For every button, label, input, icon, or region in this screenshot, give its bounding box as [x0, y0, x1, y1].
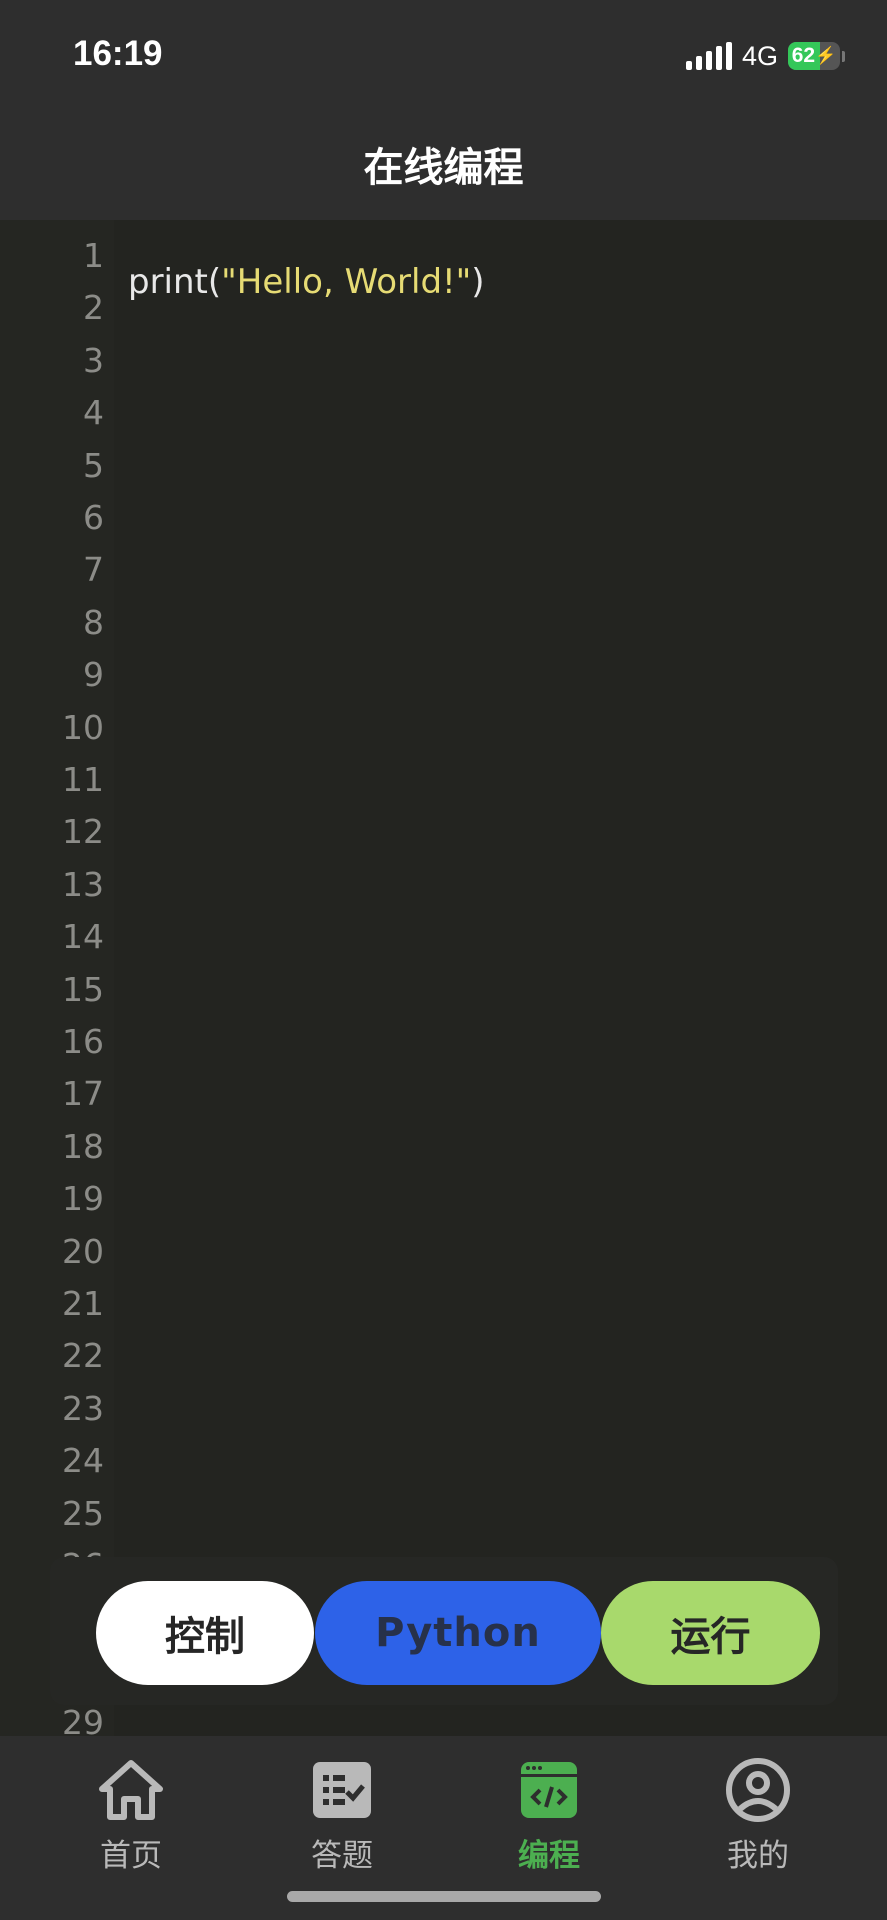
line-number: 21: [62, 1284, 104, 1323]
home-indicator[interactable]: [287, 1891, 601, 1902]
line-number: 20: [62, 1231, 104, 1271]
line-number: 2: [83, 288, 104, 328]
line-number: 9: [83, 655, 104, 695]
line-number: 1: [83, 236, 104, 275]
line-number: 10: [62, 707, 104, 747]
tab-coding-label: 编程: [518, 1838, 580, 1874]
run-button[interactable]: 运行: [601, 1581, 820, 1685]
status-indicators: 4G 62 ⚡: [685, 38, 845, 74]
line-number: 15: [62, 969, 104, 1009]
page-title: 在线编程: [363, 145, 524, 191]
code-paren-open: (: [207, 262, 222, 302]
status-time: 16:19: [73, 34, 163, 73]
top-bar: 16:19 4G 62 ⚡ 在线编程: [0, 0, 887, 220]
line-number: 6: [83, 498, 104, 537]
line-number: 13: [62, 864, 104, 904]
code-line-1[interactable]: print("Hello, World!"): [128, 262, 485, 302]
language-button[interactable]: Python: [315, 1581, 601, 1685]
line-number: 24: [62, 1441, 104, 1481]
line-number: 22: [62, 1336, 104, 1376]
line-number: 4: [83, 393, 104, 433]
code-window-icon: [515, 1756, 583, 1824]
tab-quiz[interactable]: 答题: [262, 1756, 422, 1886]
line-number: 3: [83, 340, 104, 380]
line-number: 8: [83, 602, 104, 642]
tab-profile-label: 我的: [727, 1838, 789, 1874]
line-number: 17: [62, 1074, 104, 1114]
line-number: 25: [62, 1493, 104, 1533]
network-type: 4G: [741, 40, 778, 71]
code-string: "Hello, World!": [221, 262, 472, 302]
signal-icon: [685, 42, 732, 70]
control-button[interactable]: 控制: [96, 1581, 314, 1685]
line-number: 16: [62, 1022, 104, 1061]
code-function: print: [128, 262, 208, 302]
line-number: 14: [62, 917, 104, 957]
line-number: 19: [62, 1179, 104, 1219]
tab-home-label: 首页: [100, 1838, 162, 1874]
code-paren-close: ): [471, 262, 485, 302]
line-number: 7: [83, 550, 104, 590]
tab-coding[interactable]: 编程: [469, 1756, 629, 1886]
tab-profile[interactable]: 我的: [678, 1756, 838, 1886]
line-number: 11: [62, 760, 104, 799]
user-circle-icon: [724, 1756, 792, 1824]
tab-home[interactable]: 首页: [51, 1756, 211, 1886]
line-number: 5: [83, 445, 104, 485]
app-screen: 16:19 4G 62 ⚡ 在线编程 1 2 3 4 5 6 7 8 9 10 11 12 13 14 15 1…: [0, 0, 887, 1920]
battery-cap: [842, 50, 845, 62]
line-number: 18: [62, 1126, 104, 1166]
code-editor[interactable]: 1 2 3 4 5 6 7 8 9 10 11 12 13 14 15 16 17 18 19 20 21 22 23 24 2…: [0, 220, 887, 1736]
battery-icon: 62 ⚡: [788, 42, 840, 70]
line-number: 29: [62, 1703, 104, 1736]
home-icon: [97, 1756, 165, 1824]
battery-level: 62 ⚡: [791, 44, 837, 67]
checklist-icon: [308, 1756, 376, 1824]
tab-quiz-label: 答题: [311, 1838, 373, 1874]
line-number: 12: [62, 812, 104, 852]
line-number: 23: [62, 1388, 104, 1428]
line-number-gutter: 1 2 3 4 5 6 7 8 9 10 11 12 13 14 15 16 17 18 19 20 21 22 23 24 2…: [0, 220, 114, 1736]
